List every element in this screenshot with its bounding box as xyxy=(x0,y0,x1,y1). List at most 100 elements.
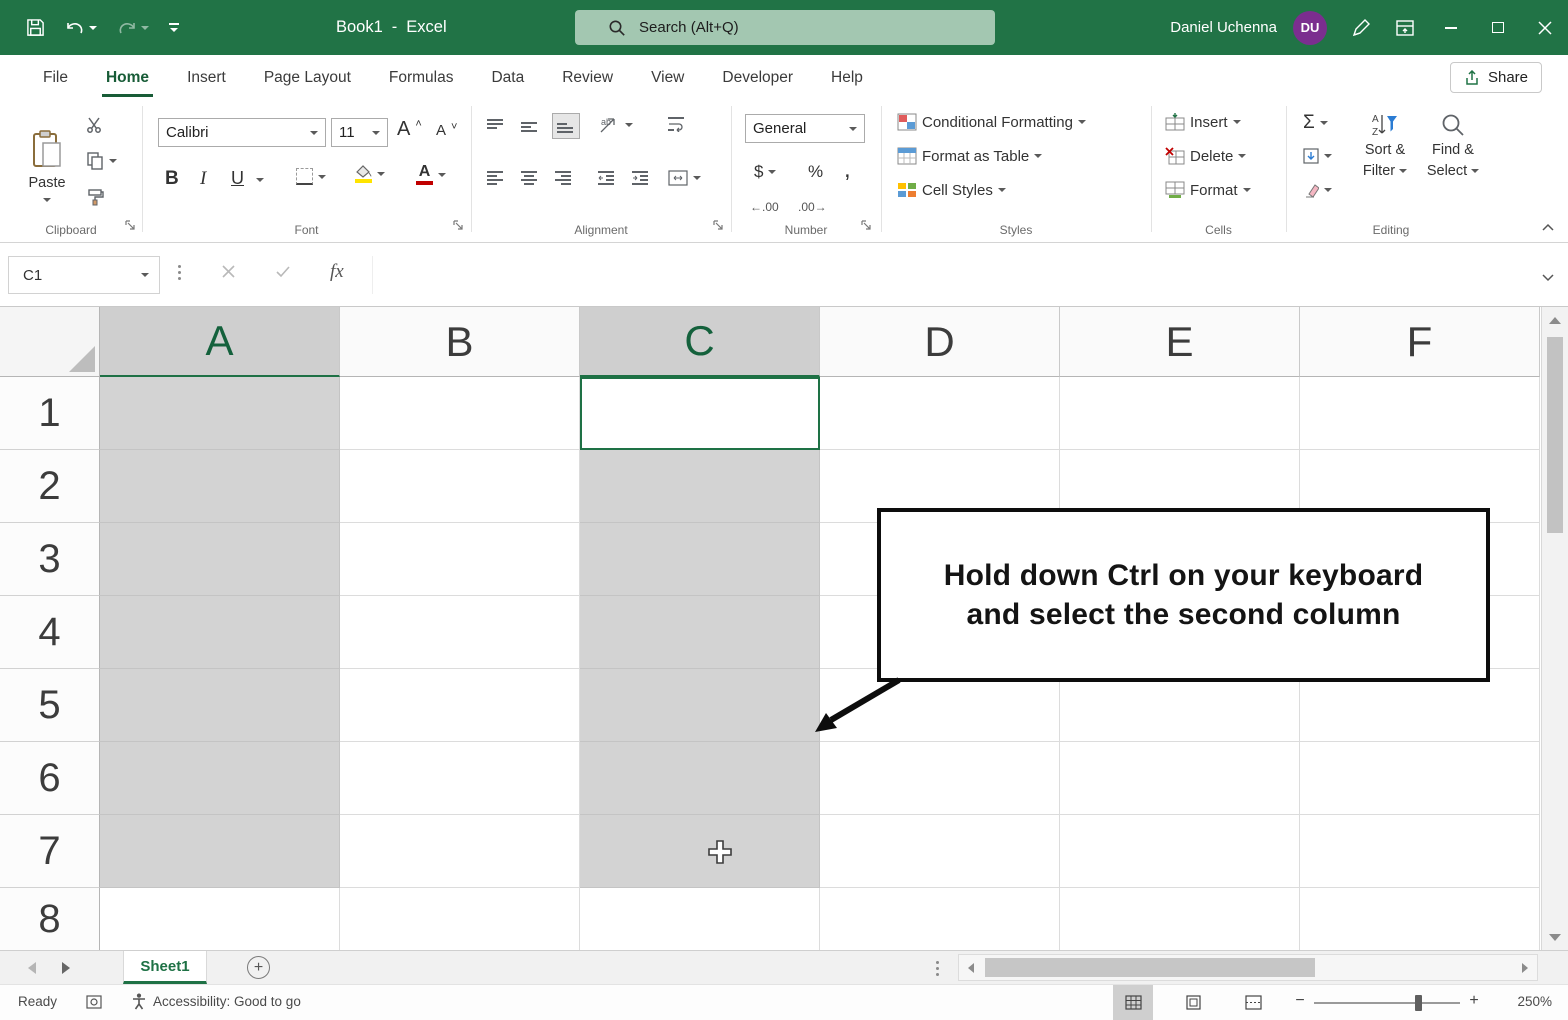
cell-C6[interactable] xyxy=(580,742,820,815)
redo-dropdown-icon[interactable] xyxy=(141,25,149,30)
format-cells-button[interactable]: Format xyxy=(1165,181,1251,199)
cell-C8[interactable] xyxy=(580,888,820,950)
tab-view[interactable]: View xyxy=(632,55,703,100)
save-button[interactable] xyxy=(20,0,51,55)
bold-button[interactable]: B xyxy=(165,168,179,190)
cell-B2[interactable] xyxy=(340,450,580,523)
insert-cells-button[interactable]: Insert xyxy=(1165,113,1241,131)
cell-D6[interactable] xyxy=(820,742,1060,815)
number-dialog-launcher[interactable] xyxy=(860,218,872,235)
italic-button[interactable]: I xyxy=(200,168,206,190)
cell-B3[interactable] xyxy=(340,523,580,596)
tab-developer[interactable]: Developer xyxy=(703,55,812,100)
confirm-entry-button[interactable] xyxy=(276,265,290,283)
align-middle-button[interactable] xyxy=(521,118,539,134)
cell-B8[interactable] xyxy=(340,888,580,950)
find-select-button[interactable]: Find & Select xyxy=(1420,112,1486,180)
cell-styles-button[interactable]: Cell Styles xyxy=(897,181,1006,199)
user-name[interactable]: Daniel Uchenna xyxy=(1170,19,1277,36)
underline-dropdown-icon[interactable] xyxy=(256,178,264,182)
cell-D1[interactable] xyxy=(820,377,1060,450)
scroll-up-button[interactable] xyxy=(1542,307,1568,333)
zoom-slider-track[interactable] xyxy=(1314,1002,1460,1004)
maximize-button[interactable] xyxy=(1474,0,1521,55)
tab-insert[interactable]: Insert xyxy=(168,55,245,100)
copy-button[interactable] xyxy=(86,152,117,170)
vertical-scroll-thumb[interactable] xyxy=(1547,337,1563,533)
alignment-dialog-launcher[interactable] xyxy=(712,218,724,235)
column-header-D[interactable]: D xyxy=(820,307,1060,377)
cell-B7[interactable] xyxy=(340,815,580,888)
previous-sheet-button[interactable] xyxy=(28,962,36,974)
name-box[interactable]: C1 xyxy=(8,256,160,294)
cell-C3[interactable] xyxy=(580,523,820,596)
increase-indent-button[interactable] xyxy=(632,170,650,186)
next-sheet-button[interactable] xyxy=(62,962,70,974)
paste-button[interactable]: Paste xyxy=(18,110,76,222)
cell-E6[interactable] xyxy=(1060,742,1300,815)
close-button[interactable] xyxy=(1521,0,1568,55)
sheet-tab-sheet1[interactable]: Sheet1 xyxy=(123,951,207,984)
align-bottom-button[interactable] xyxy=(552,113,580,139)
formula-input[interactable] xyxy=(372,256,1522,294)
cell-A4[interactable] xyxy=(100,596,340,669)
cell-A8[interactable] xyxy=(100,888,340,950)
font-size-combobox[interactable]: 11 xyxy=(331,118,388,147)
cell-E8[interactable] xyxy=(1060,888,1300,950)
cell-D7[interactable] xyxy=(820,815,1060,888)
page-layout-view-button[interactable] xyxy=(1173,985,1213,1020)
inking-button[interactable] xyxy=(1339,0,1383,55)
row-header-6[interactable]: 6 xyxy=(0,742,100,815)
underline-button[interactable]: U xyxy=(231,168,244,189)
horizontal-scroll-track[interactable] xyxy=(983,955,1513,980)
cell-B5[interactable] xyxy=(340,669,580,742)
tab-bar-resize-handle[interactable] xyxy=(936,961,939,964)
borders-button[interactable] xyxy=(296,168,326,185)
column-header-A[interactable]: A xyxy=(100,307,340,377)
number-format-combobox[interactable]: General xyxy=(745,114,865,143)
new-sheet-button[interactable]: + xyxy=(247,956,270,979)
decrease-decimal-button[interactable]: .00→ xyxy=(798,200,827,214)
fill-color-button[interactable] xyxy=(354,164,385,183)
align-left-button[interactable] xyxy=(487,170,505,186)
cell-A1[interactable] xyxy=(100,377,340,450)
cell-B1[interactable] xyxy=(340,377,580,450)
column-header-B[interactable]: B xyxy=(340,307,580,377)
row-header-5[interactable]: 5 xyxy=(0,669,100,742)
undo-dropdown-icon[interactable] xyxy=(89,25,97,30)
format-painter-button[interactable] xyxy=(86,188,104,206)
clipboard-dialog-launcher[interactable] xyxy=(124,218,136,235)
minimize-button[interactable] xyxy=(1427,0,1474,55)
ribbon-display-options-button[interactable] xyxy=(1383,0,1427,55)
autosum-button[interactable]: Σ xyxy=(1303,112,1328,134)
decrease-font-size-button[interactable]: A ˅ xyxy=(436,121,457,140)
scroll-down-button[interactable] xyxy=(1542,924,1568,950)
select-all-corner[interactable] xyxy=(0,307,100,377)
zoom-in-button[interactable]: + xyxy=(1464,992,1484,1010)
fill-button[interactable] xyxy=(1303,148,1332,164)
row-header-1[interactable]: 1 xyxy=(0,377,100,450)
tab-page-layout[interactable]: Page Layout xyxy=(245,55,370,100)
insert-function-button[interactable]: fx xyxy=(330,261,344,283)
redo-button[interactable] xyxy=(111,0,155,55)
column-header-E[interactable]: E xyxy=(1060,307,1300,377)
column-header-F[interactable]: F xyxy=(1300,307,1540,377)
cell-C1[interactable] xyxy=(580,377,820,450)
clear-button[interactable] xyxy=(1303,182,1332,198)
row-header-7[interactable]: 7 xyxy=(0,815,100,888)
cancel-entry-button[interactable] xyxy=(222,265,235,283)
cell-D8[interactable] xyxy=(820,888,1060,950)
cell-F1[interactable] xyxy=(1300,377,1540,450)
row-header-2[interactable]: 2 xyxy=(0,450,100,523)
sort-filter-button[interactable]: AZ Sort & Filter xyxy=(1352,112,1418,180)
wrap-text-button[interactable] xyxy=(668,116,686,132)
scroll-right-button[interactable] xyxy=(1513,955,1537,980)
cell-B4[interactable] xyxy=(340,596,580,669)
format-as-table-button[interactable]: Format as Table xyxy=(897,147,1043,165)
accessibility-status-button[interactable]: Accessibility: Good to go xyxy=(132,993,301,1010)
cell-B6[interactable] xyxy=(340,742,580,815)
zoom-slider-thumb[interactable] xyxy=(1415,995,1422,1011)
increase-font-size-button[interactable]: A ˄ xyxy=(397,118,422,141)
cell-E1[interactable] xyxy=(1060,377,1300,450)
cell-E7[interactable] xyxy=(1060,815,1300,888)
